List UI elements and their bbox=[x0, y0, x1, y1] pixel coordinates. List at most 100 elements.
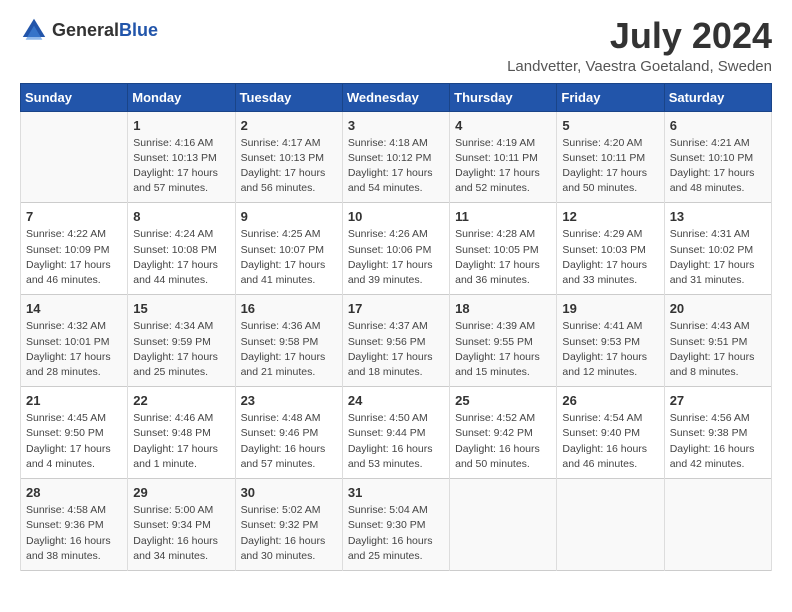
calendar-cell bbox=[450, 479, 557, 571]
logo-icon bbox=[20, 16, 48, 44]
day-info: Sunrise: 5:02 AM Sunset: 9:32 PM Dayligh… bbox=[241, 503, 337, 564]
calendar-title: July 2024 bbox=[507, 16, 772, 56]
logo-general: General bbox=[52, 20, 119, 40]
day-number: 29 bbox=[133, 485, 229, 500]
calendar-cell: 9 Sunrise: 4:25 AM Sunset: 10:07 PM Dayli… bbox=[235, 203, 342, 295]
calendar-cell: 27Sunrise: 4:56 AM Sunset: 9:38 PM Dayli… bbox=[664, 387, 771, 479]
header-thursday: Thursday bbox=[450, 83, 557, 111]
day-info: Sunrise: 4:34 AM Sunset: 9:59 PM Dayligh… bbox=[133, 319, 229, 380]
day-info: Sunrise: 4:41 AM Sunset: 9:53 PM Dayligh… bbox=[562, 319, 658, 380]
day-info: Sunrise: 4:18 AM Sunset: 10:12 PM Daylig… bbox=[348, 136, 444, 197]
day-info: Sunrise: 4:25 AM Sunset: 10:07 PM Daylig… bbox=[241, 227, 337, 288]
day-info: Sunrise: 4:36 AM Sunset: 9:58 PM Dayligh… bbox=[241, 319, 337, 380]
day-info: Sunrise: 4:21 AM Sunset: 10:10 PM Daylig… bbox=[670, 136, 766, 197]
calendar-cell: 2Sunrise: 4:17 AM Sunset: 10:13 PM Dayli… bbox=[235, 111, 342, 203]
day-number: 23 bbox=[241, 393, 337, 408]
day-number: 16 bbox=[241, 301, 337, 316]
day-info: Sunrise: 4:50 AM Sunset: 9:44 PM Dayligh… bbox=[348, 411, 444, 472]
day-info: Sunrise: 4:48 AM Sunset: 9:46 PM Dayligh… bbox=[241, 411, 337, 472]
calendar-cell: 4 Sunrise: 4:19 AM Sunset: 10:11 PM Dayli… bbox=[450, 111, 557, 203]
day-info: Sunrise: 4:52 AM Sunset: 9:42 PM Dayligh… bbox=[455, 411, 551, 472]
calendar-cell: 31 Sunrise: 5:04 AM Sunset: 9:30 PM Dayli… bbox=[342, 479, 449, 571]
day-info: Sunrise: 4:20 AM Sunset: 10:11 PM Daylig… bbox=[562, 136, 658, 197]
calendar-cell: 7Sunrise: 4:22 AM Sunset: 10:09 PM Dayli… bbox=[21, 203, 128, 295]
week-row-2: 7Sunrise: 4:22 AM Sunset: 10:09 PM Dayli… bbox=[21, 203, 772, 295]
week-row-1: 1 Sunrise: 4:16 AM Sunset: 10:13 PM Dayli… bbox=[21, 111, 772, 203]
calendar-cell: 29 Sunrise: 5:00 AM Sunset: 9:34 PM Dayli… bbox=[128, 479, 235, 571]
calendar-cell: 19Sunrise: 4:41 AM Sunset: 9:53 PM Dayli… bbox=[557, 295, 664, 387]
day-number: 28 bbox=[26, 485, 122, 500]
week-row-5: 28 Sunrise: 4:58 AM Sunset: 9:36 PM Dayli… bbox=[21, 479, 772, 571]
calendar-table: SundayMondayTuesdayWednesdayThursdayFrid… bbox=[20, 83, 772, 571]
day-number: 17 bbox=[348, 301, 444, 316]
title-area: July 2024 Landvetter, Vaestra Goetaland,… bbox=[507, 16, 772, 75]
day-number: 13 bbox=[670, 209, 766, 224]
calendar-cell: 24 Sunrise: 4:50 AM Sunset: 9:44 PM Dayli… bbox=[342, 387, 449, 479]
day-number: 9 bbox=[241, 209, 337, 224]
day-number: 5 bbox=[562, 118, 658, 133]
day-info: Sunrise: 4:45 AM Sunset: 9:50 PM Dayligh… bbox=[26, 411, 122, 472]
calendar-cell: 22 Sunrise: 4:46 AM Sunset: 9:48 PM Dayli… bbox=[128, 387, 235, 479]
calendar-cell: 21Sunrise: 4:45 AM Sunset: 9:50 PM Dayli… bbox=[21, 387, 128, 479]
calendar-cell: 6 Sunrise: 4:21 AM Sunset: 10:10 PM Dayli… bbox=[664, 111, 771, 203]
day-info: Sunrise: 4:32 AM Sunset: 10:01 PM Daylig… bbox=[26, 319, 122, 380]
header-monday: Monday bbox=[128, 83, 235, 111]
day-number: 4 bbox=[455, 118, 551, 133]
logo: GeneralBlue bbox=[20, 16, 158, 44]
calendar-subtitle: Landvetter, Vaestra Goetaland, Sweden bbox=[507, 58, 772, 75]
header-tuesday: Tuesday bbox=[235, 83, 342, 111]
calendar-cell: 20Sunrise: 4:43 AM Sunset: 9:51 PM Dayli… bbox=[664, 295, 771, 387]
day-info: Sunrise: 4:37 AM Sunset: 9:56 PM Dayligh… bbox=[348, 319, 444, 380]
day-info: Sunrise: 4:54 AM Sunset: 9:40 PM Dayligh… bbox=[562, 411, 658, 472]
day-number: 8 bbox=[133, 209, 229, 224]
calendar-cell: 16 Sunrise: 4:36 AM Sunset: 9:58 PM Dayli… bbox=[235, 295, 342, 387]
day-number: 11 bbox=[455, 209, 551, 224]
day-number: 26 bbox=[562, 393, 658, 408]
header-sunday: Sunday bbox=[21, 83, 128, 111]
calendar-cell: 18 Sunrise: 4:39 AM Sunset: 9:55 PM Dayli… bbox=[450, 295, 557, 387]
day-info: Sunrise: 4:46 AM Sunset: 9:48 PM Dayligh… bbox=[133, 411, 229, 472]
calendar-cell: 17 Sunrise: 4:37 AM Sunset: 9:56 PM Dayli… bbox=[342, 295, 449, 387]
calendar-cell: 5 Sunrise: 4:20 AM Sunset: 10:11 PM Dayli… bbox=[557, 111, 664, 203]
day-info: Sunrise: 5:00 AM Sunset: 9:34 PM Dayligh… bbox=[133, 503, 229, 564]
day-info: Sunrise: 4:29 AM Sunset: 10:03 PM Daylig… bbox=[562, 227, 658, 288]
page-header: GeneralBlue July 2024 Landvetter, Vaestr… bbox=[20, 16, 772, 75]
calendar-cell: 26 Sunrise: 4:54 AM Sunset: 9:40 PM Dayli… bbox=[557, 387, 664, 479]
day-info: Sunrise: 4:58 AM Sunset: 9:36 PM Dayligh… bbox=[26, 503, 122, 564]
day-number: 20 bbox=[670, 301, 766, 316]
calendar-cell: 1 Sunrise: 4:16 AM Sunset: 10:13 PM Dayli… bbox=[128, 111, 235, 203]
day-number: 27 bbox=[670, 393, 766, 408]
header-wednesday: Wednesday bbox=[342, 83, 449, 111]
calendar-cell: 28 Sunrise: 4:58 AM Sunset: 9:36 PM Dayli… bbox=[21, 479, 128, 571]
week-row-4: 21Sunrise: 4:45 AM Sunset: 9:50 PM Dayli… bbox=[21, 387, 772, 479]
calendar-cell bbox=[557, 479, 664, 571]
day-info: Sunrise: 4:28 AM Sunset: 10:05 PM Daylig… bbox=[455, 227, 551, 288]
day-number: 15 bbox=[133, 301, 229, 316]
day-number: 6 bbox=[670, 118, 766, 133]
calendar-cell: 12 Sunrise: 4:29 AM Sunset: 10:03 PM Dayl… bbox=[557, 203, 664, 295]
day-number: 2 bbox=[241, 118, 337, 133]
header-row: SundayMondayTuesdayWednesdayThursdayFrid… bbox=[21, 83, 772, 111]
calendar-cell: 8Sunrise: 4:24 AM Sunset: 10:08 PM Dayli… bbox=[128, 203, 235, 295]
calendar-cell: 30Sunrise: 5:02 AM Sunset: 9:32 PM Dayli… bbox=[235, 479, 342, 571]
day-info: Sunrise: 4:19 AM Sunset: 10:11 PM Daylig… bbox=[455, 136, 551, 197]
day-number: 31 bbox=[348, 485, 444, 500]
calendar-cell: 23 Sunrise: 4:48 AM Sunset: 9:46 PM Dayli… bbox=[235, 387, 342, 479]
day-number: 1 bbox=[133, 118, 229, 133]
day-number: 12 bbox=[562, 209, 658, 224]
calendar-cell: 14Sunrise: 4:32 AM Sunset: 10:01 PM Dayl… bbox=[21, 295, 128, 387]
day-number: 18 bbox=[455, 301, 551, 316]
day-info: Sunrise: 4:31 AM Sunset: 10:02 PM Daylig… bbox=[670, 227, 766, 288]
calendar-cell bbox=[21, 111, 128, 203]
day-info: Sunrise: 4:16 AM Sunset: 10:13 PM Daylig… bbox=[133, 136, 229, 197]
day-info: Sunrise: 5:04 AM Sunset: 9:30 PM Dayligh… bbox=[348, 503, 444, 564]
day-info: Sunrise: 4:26 AM Sunset: 10:06 PM Daylig… bbox=[348, 227, 444, 288]
calendar-cell: 11 Sunrise: 4:28 AM Sunset: 10:05 PM Dayl… bbox=[450, 203, 557, 295]
calendar-cell: 13 Sunrise: 4:31 AM Sunset: 10:02 PM Dayl… bbox=[664, 203, 771, 295]
day-number: 22 bbox=[133, 393, 229, 408]
day-info: Sunrise: 4:39 AM Sunset: 9:55 PM Dayligh… bbox=[455, 319, 551, 380]
calendar-cell: 25 Sunrise: 4:52 AM Sunset: 9:42 PM Dayli… bbox=[450, 387, 557, 479]
day-number: 24 bbox=[348, 393, 444, 408]
day-info: Sunrise: 4:22 AM Sunset: 10:09 PM Daylig… bbox=[26, 227, 122, 288]
day-number: 25 bbox=[455, 393, 551, 408]
